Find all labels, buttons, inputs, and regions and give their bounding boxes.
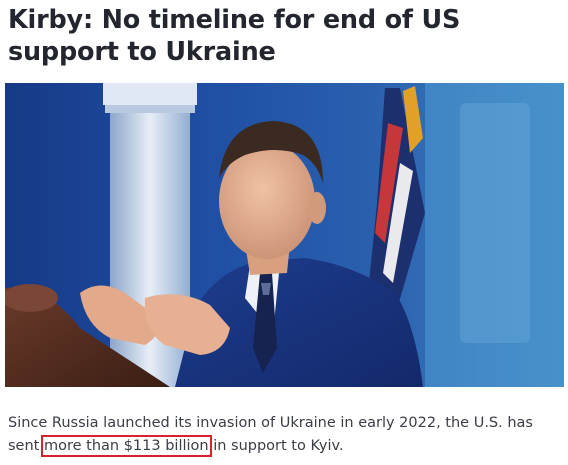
highlighted-amount: more than $113 billion bbox=[40, 435, 212, 457]
article-photo bbox=[5, 83, 564, 387]
caption-text-after: in support to Kyiv. bbox=[208, 438, 344, 454]
article-caption: Since Russia launched its invasion of Uk… bbox=[8, 412, 564, 458]
article-headline: Kirby: No timeline for end of US support… bbox=[8, 5, 461, 67]
